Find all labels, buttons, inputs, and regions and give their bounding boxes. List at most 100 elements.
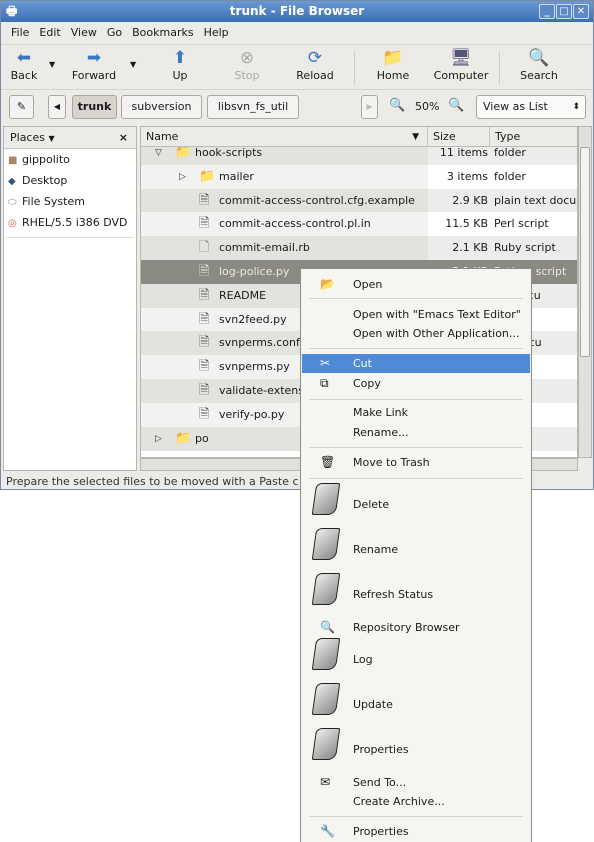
column-type[interactable]: Type (490, 127, 577, 147)
text-file-icon: 🗎 (199, 359, 210, 375)
minimize-button[interactable]: _ (539, 4, 555, 19)
menu-item-properties[interactable]: 🔧 Properties (302, 822, 530, 841)
sidebar-item-file-system[interactable]: ⬭ File System (4, 191, 136, 212)
text-file-icon: 🗎 (199, 264, 210, 279)
menu-item-label: Make Link (353, 406, 408, 419)
up-button[interactable]: ⬆ Up (150, 47, 210, 82)
menu-item-refresh-status[interactable]: Refresh Status (302, 573, 530, 605)
menu-view[interactable]: View (66, 23, 102, 43)
scrollbar-thumb[interactable] (580, 147, 590, 357)
menu-edit[interactable]: Edit (34, 23, 65, 43)
file-row[interactable]: ▷ 📁 mailer 3 items folder (141, 164, 577, 189)
select-arrows-icon: ⬍ (572, 102, 580, 112)
sidebar-item-desktop[interactable]: ◆ Desktop (4, 170, 136, 191)
menu-item-properties[interactable]: Properties (302, 728, 530, 760)
file-name: README (219, 288, 267, 302)
zoom-in-icon[interactable]: 🔍 (448, 98, 464, 113)
file-row[interactable]: 🗋 commit-email.rb 2.1 KB Ruby script (141, 236, 577, 261)
close-sidebar-icon[interactable]: × (119, 127, 128, 149)
menu-item-copy[interactable]: ⧉ Copy (302, 374, 530, 393)
back-arrow-icon: ⬅ (16, 48, 32, 68)
menu-item-rename[interactable]: Rename (302, 528, 530, 560)
text-file-icon: 🗎 (199, 287, 210, 303)
sidebar-item-label: gippolito (22, 153, 70, 166)
menu-item-label: Properties (353, 743, 409, 756)
menu-item-repository-browser[interactable]: 🔍 Repository Browser (302, 618, 530, 637)
computer-button[interactable]: 🖥 Computer (431, 47, 491, 82)
view-mode-select[interactable]: View as List ⬍ (476, 95, 586, 119)
menu-item-label: Move to Trash (353, 456, 430, 469)
menu-item-rename[interactable]: Rename... (302, 423, 530, 442)
sort-descending-icon: ▼ (412, 132, 419, 142)
menu-item-send-to[interactable]: ✉ Send To... (302, 773, 530, 792)
sidebar-item-dvd[interactable]: ◎ RHEL/5.5 i386 DVD (4, 212, 136, 233)
expander-closed-icon[interactable]: ▷ (155, 427, 162, 451)
menu-item-label: Send To... (353, 776, 407, 789)
menu-item-label: Repository Browser (353, 621, 460, 634)
vertical-scrollbar[interactable] (578, 126, 592, 458)
menu-file[interactable]: File (1, 23, 34, 43)
toolbar-separator (499, 51, 500, 85)
file-name: validate-extens (219, 384, 305, 397)
menu-item-label: Open (353, 278, 383, 291)
menu-item-delete[interactable]: Delete (302, 483, 530, 515)
menu-item-open-with-emacs-text-editor[interactable]: Open with "Emacs Text Editor" (302, 305, 530, 324)
menu-item-open-with-other-application[interactable]: Open with Other Application... (302, 324, 530, 343)
sidebar-header[interactable]: Places ▼ × (4, 127, 136, 149)
file-type: Ruby script (494, 241, 556, 255)
drive-icon: ⬭ (8, 197, 17, 208)
cut-icon: ✂ (320, 356, 331, 370)
menu-bookmarks[interactable]: Bookmarks (127, 23, 198, 43)
menu-go[interactable]: Go (102, 23, 127, 43)
zoom-level[interactable]: 50% (415, 100, 439, 113)
menu-item-move-to-trash[interactable]: 🗑 Move to Trash (302, 453, 530, 472)
menu-item-update[interactable]: Update (302, 683, 530, 715)
menu-bar: File Edit View Go Bookmarks Help (1, 23, 593, 43)
path-button-trunk[interactable]: trunk (72, 95, 117, 119)
folder-icon: 📁 (175, 430, 192, 446)
column-size[interactable]: Size (428, 127, 490, 147)
forward-history-dropdown[interactable]: ▼ (130, 60, 136, 69)
menu-item-open[interactable]: 📂 Open (302, 275, 530, 294)
sidebar-item-home[interactable]: ■ gippolito (4, 149, 136, 170)
text-file-icon: 🗎 (199, 406, 210, 422)
name-cell: 🗋 commit-email.rb (141, 236, 428, 261)
maximize-button[interactable]: □ (556, 4, 572, 19)
menu-item-make-link[interactable]: Make Link (302, 403, 530, 422)
menu-item-log[interactable]: Log (302, 638, 530, 670)
path-scroll-left-button[interactable]: ◀ (48, 95, 66, 119)
close-button[interactable]: ✕ (573, 4, 589, 19)
menu-help[interactable]: Help (199, 23, 234, 43)
stop-label: Stop (234, 69, 260, 82)
path-button-libsvn-fs-util[interactable]: libsvn_fs_util (207, 95, 299, 119)
menu-item-cut[interactable]: ✂ Cut (302, 354, 530, 373)
menu-item-label: Create Archive... (353, 795, 445, 808)
zoom-out-icon[interactable]: 🔍 (389, 98, 405, 113)
edit-note-icon: ✎ (16, 100, 27, 113)
reload-button[interactable]: ⟳ Reload (285, 47, 345, 82)
forward-button[interactable]: ➡ Forward (64, 47, 124, 82)
path-scroll-right-button[interactable]: ▶ (361, 95, 378, 119)
home-button[interactable]: 📁 Home (363, 47, 423, 82)
stop-button[interactable]: ⊗ Stop (217, 47, 277, 82)
forward-label: Forward (71, 69, 117, 82)
toolbar-separator (354, 51, 355, 85)
right-arrow-icon: ▶ (366, 102, 373, 111)
menu-item-create-archive[interactable]: Create Archive... (302, 792, 530, 811)
expander-closed-icon[interactable]: ▷ (179, 165, 186, 189)
text-file-icon: 🗎 (199, 335, 210, 351)
search-label: Search (520, 69, 558, 82)
search-button[interactable]: 🔍 Search (509, 47, 569, 82)
forward-arrow-icon: ➡ (86, 48, 102, 68)
file-row[interactable]: 🗎 commit-access-control.cfg.example 2.9 KB… (141, 188, 577, 213)
file-row[interactable]: 🗎 commit-access-control.pl.in 11.5 KB Perl … (141, 212, 577, 237)
back-button[interactable]: ⬅ Back (0, 47, 54, 82)
path-button-subversion[interactable]: subversion (121, 95, 202, 119)
location-bar: ✎ ◀ trunk subversion libsvn_fs_util ▶ 🔍 … (1, 91, 593, 123)
back-history-dropdown[interactable]: ▼ (49, 60, 55, 69)
desktop-icon: ◆ (8, 176, 16, 187)
menu-item-label: Rename... (353, 426, 409, 439)
column-name[interactable]: Name ▼ (141, 127, 428, 147)
toggle-location-entry-button[interactable]: ✎ (9, 95, 34, 119)
wrench-icon: 🔧 (320, 824, 335, 838)
